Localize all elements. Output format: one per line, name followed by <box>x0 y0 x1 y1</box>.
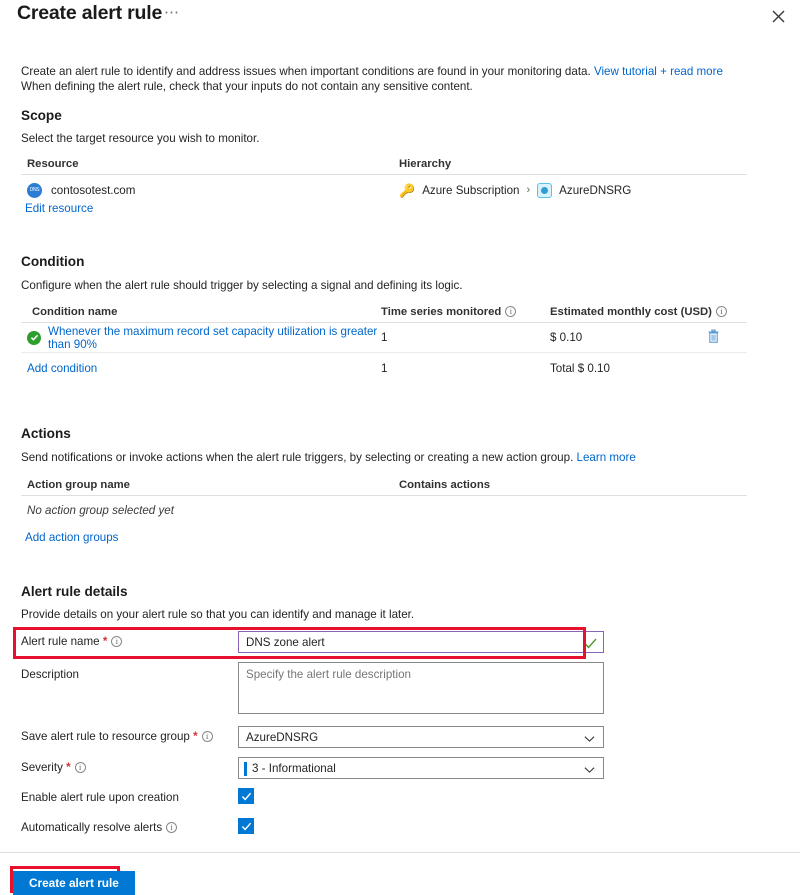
view-tutorial-link[interactable]: View tutorial + read more <box>594 65 723 78</box>
scope-col-resource: Resource <box>27 158 79 170</box>
hierarchy-separator-icon: › <box>526 184 531 196</box>
chevron-down-icon <box>584 733 595 746</box>
close-icon[interactable] <box>768 6 788 26</box>
condition-col-series: Time series monitored <box>381 306 502 318</box>
description-textarea[interactable] <box>238 662 604 714</box>
condition-col-name: Condition name <box>32 306 118 318</box>
scope-section-title: Scope <box>21 108 62 123</box>
condition-section-subtitle: Configure when the alert rule should tri… <box>21 279 463 292</box>
add-action-groups-wrap: Add action groups <box>25 531 118 544</box>
scope-table: Resource Hierarchy DNS contosotest.com 🔑… <box>21 152 747 205</box>
severity-row: Severity * i 3 - Informational <box>21 757 781 781</box>
resource-group-select[interactable]: AzureDNSRG <box>238 726 604 748</box>
trash-icon[interactable] <box>707 328 720 347</box>
more-options-icon[interactable]: ⋯ <box>164 5 180 20</box>
details-section-subtitle: Provide details on your alert rule so th… <box>21 608 415 621</box>
alert-rule-name-info-icon[interactable]: i <box>111 636 123 647</box>
actions-section-subtitle: Send notifications or invoke actions whe… <box>21 451 636 464</box>
condition-name-link[interactable]: Whenever the maximum record set capacity… <box>48 325 381 351</box>
condition-table-header: Condition name Time series monitored i Es… <box>21 300 747 323</box>
auto-resolve-label: Automatically resolve alerts i <box>21 821 178 834</box>
condition-table: Condition name Time series monitored i Es… <box>21 300 747 383</box>
scope-table-header: Resource Hierarchy <box>21 152 747 175</box>
create-alert-rule-button[interactable]: Create alert rule <box>13 871 135 895</box>
auto-resolve-info-icon[interactable]: i <box>166 822 178 833</box>
time-series-info-icon[interactable]: i <box>505 306 517 317</box>
scope-col-hierarchy: Hierarchy <box>399 158 452 170</box>
description-row: Description <box>21 662 781 722</box>
auto-resolve-row: Automatically resolve alerts i <box>21 818 781 839</box>
resource-group-info-icon[interactable]: i <box>201 731 213 742</box>
resource-group-value: AzureDNSRG <box>246 730 319 744</box>
alert-rule-name-input[interactable] <box>238 631 604 653</box>
condition-row[interactable]: Whenever the maximum record set capacity… <box>21 323 747 353</box>
intro-text: Create an alert rule to identify and add… <box>21 64 766 94</box>
edit-resource-link[interactable]: Edit resource <box>25 202 93 215</box>
condition-section-title: Condition <box>21 254 85 269</box>
scope-subscription-name: Azure Subscription <box>422 183 520 197</box>
key-icon: 🔑 <box>399 182 416 198</box>
severity-value: 3 - Informational <box>252 761 336 775</box>
enable-on-creation-row: Enable alert rule upon creation <box>21 788 781 809</box>
footer-separator <box>0 852 800 853</box>
dns-zone-icon: DNS <box>27 182 42 198</box>
enable-on-creation-label: Enable alert rule upon creation <box>21 791 179 804</box>
alert-rule-name-row: Alert rule name * i <box>21 631 781 655</box>
details-section-title: Alert rule details <box>21 584 128 599</box>
check-circle-icon <box>27 330 41 345</box>
actions-col-name: Action group name <box>27 479 130 491</box>
create-alert-rule-blade: Create alert rule ⋯ Create an alert rule… <box>0 0 800 895</box>
monthly-cost-info-icon[interactable]: i <box>715 306 727 317</box>
severity-label: Severity * i <box>21 761 86 774</box>
actions-table: Action group name Contains actions No ac… <box>21 473 747 525</box>
actions-empty-row: No action group selected yet <box>21 496 747 525</box>
resource-group-icon <box>537 182 553 198</box>
edit-resource-link-wrap: Edit resource <box>25 202 93 215</box>
intro-line2: When defining the alert rule, check that… <box>21 80 473 93</box>
severity-info-icon[interactable]: i <box>74 762 86 773</box>
alert-rule-name-label: Alert rule name * i <box>21 635 123 648</box>
auto-resolve-checkbox[interactable] <box>238 818 254 834</box>
intro-line1: Create an alert rule to identify and add… <box>21 65 594 78</box>
condition-col-cost: Estimated monthly cost (USD) <box>550 306 712 318</box>
description-label: Description <box>21 668 79 681</box>
add-action-groups-link[interactable]: Add action groups <box>25 531 118 544</box>
scope-resource-row[interactable]: DNS contosotest.com 🔑 Azure Subscription… <box>21 175 747 205</box>
condition-total-series: 1 <box>381 361 388 375</box>
resource-group-label: Save alert rule to resource group * i <box>21 730 213 743</box>
actions-col-contains: Contains actions <box>399 479 491 491</box>
condition-series-value: 1 <box>381 331 388 344</box>
condition-total-cost: Total $ 0.10 <box>550 361 610 375</box>
add-condition-link[interactable]: Add condition <box>27 362 97 375</box>
scope-resource-group-name: AzureDNSRG <box>559 183 632 197</box>
actions-section-title: Actions <box>21 426 71 441</box>
actions-subtitle-text: Send notifications or invoke actions whe… <box>21 451 577 464</box>
chevron-down-icon <box>584 764 595 777</box>
actions-empty-text: No action group selected yet <box>27 504 174 517</box>
severity-select[interactable]: 3 - Informational <box>238 757 604 779</box>
condition-cost-value: $ 0.10 <box>550 331 583 344</box>
condition-total-row: Add condition 1 Total $ 0.10 <box>21 353 747 383</box>
blade-header: Create alert rule ⋯ <box>0 0 800 34</box>
scope-resource-name: contosotest.com <box>51 183 136 197</box>
learn-more-link[interactable]: Learn more <box>577 451 636 464</box>
scope-section-subtitle: Select the target resource you wish to m… <box>21 132 260 145</box>
resource-group-row: Save alert rule to resource group * i Azu… <box>21 726 781 750</box>
enable-on-creation-checkbox[interactable] <box>238 788 254 804</box>
actions-table-header: Action group name Contains actions <box>21 473 747 496</box>
page-title: Create alert rule <box>17 2 163 24</box>
